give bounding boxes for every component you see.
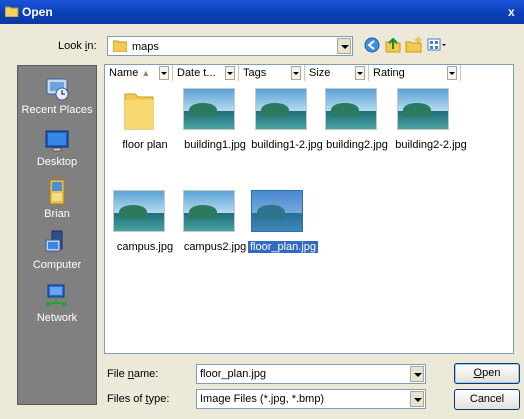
file-item[interactable]: campus.jpg (105, 190, 185, 260)
column-header-date[interactable]: Date t... (173, 65, 239, 81)
image-thumbnail-icon (251, 190, 303, 232)
chevron-down-icon[interactable] (410, 391, 424, 407)
look-in-value: maps (132, 41, 159, 53)
up-folder-icon[interactable] (384, 36, 402, 54)
file-name-field[interactable]: floor_plan.jpg (196, 364, 426, 384)
back-icon[interactable] (363, 36, 381, 54)
user-folder-icon (49, 179, 65, 205)
new-folder-icon[interactable] (405, 36, 423, 54)
recent-places-icon (46, 78, 69, 101)
image-thumbnail-icon (183, 88, 235, 130)
folder-icon (113, 40, 127, 52)
file-item[interactable]: building1-2.jpg (247, 88, 327, 158)
title-bar: Open x (0, 0, 524, 24)
chevron-down-icon[interactable] (225, 66, 235, 80)
chevron-down-icon[interactable] (159, 66, 169, 80)
file-name-value: floor_plan.jpg (200, 368, 267, 380)
places-user-folder[interactable]: Brian (18, 178, 96, 220)
file-item[interactable]: building1.jpg (175, 88, 255, 158)
places-computer[interactable]: Computer (18, 229, 96, 271)
file-type-dropdown[interactable]: Image Files (*.jpg, *.bmp) (196, 389, 426, 409)
image-thumbnail-icon (183, 190, 235, 232)
column-header-tags[interactable]: Tags (239, 65, 305, 81)
network-icon (46, 284, 67, 306)
open-button[interactable]: Open (454, 363, 520, 384)
sort-up-icon: ▲ (141, 68, 151, 78)
desktop-icon (45, 130, 69, 152)
window-title: Open (22, 5, 53, 19)
file-list[interactable]: Name ▲ Date t... Tags Size Rating floor … (104, 64, 514, 354)
file-item[interactable]: building2-2.jpg (389, 88, 473, 158)
places-desktop[interactable]: Desktop (18, 128, 96, 168)
look-in-dropdown[interactable]: maps (107, 36, 353, 56)
places-recent-places[interactable]: Recent Places (18, 76, 96, 116)
image-thumbnail-icon (325, 88, 377, 130)
column-header-name[interactable]: Name ▲ (105, 65, 173, 81)
chevron-down-icon[interactable] (355, 66, 365, 80)
computer-icon (45, 230, 63, 254)
chevron-down-icon[interactable] (447, 66, 457, 80)
views-menu-icon[interactable] (426, 36, 448, 54)
file-type-value: Image Files (*.jpg, *.bmp) (200, 393, 325, 405)
file-type-label: Files of type: (107, 393, 170, 405)
places-network[interactable]: Network (18, 282, 96, 324)
chevron-down-icon[interactable] (410, 366, 424, 382)
folder-icon (124, 93, 154, 130)
column-header-rating[interactable]: Rating (369, 65, 461, 81)
column-header-size[interactable]: Size (305, 65, 369, 81)
look-in-label: Look in: (58, 40, 97, 52)
image-thumbnail-icon (255, 88, 307, 130)
column-headers: Name ▲ Date t... Tags Size Rating (105, 65, 513, 82)
file-item[interactable]: floor plan (105, 88, 185, 158)
close-button[interactable]: x (508, 4, 524, 20)
places-bar: Recent Places Desktop Brian Computer Net… (17, 65, 97, 405)
file-item[interactable]: building2.jpg (317, 88, 397, 158)
file-item-selected[interactable]: floor_plan.jpg (243, 190, 323, 260)
chevron-down-icon[interactable] (291, 66, 301, 80)
image-thumbnail-icon (113, 190, 165, 232)
image-thumbnail-icon (397, 88, 449, 130)
chevron-down-icon[interactable] (337, 38, 351, 54)
open-folder-icon (5, 6, 19, 17)
cancel-button[interactable]: Cancel (454, 389, 520, 410)
file-name-label: File name: (107, 368, 159, 380)
